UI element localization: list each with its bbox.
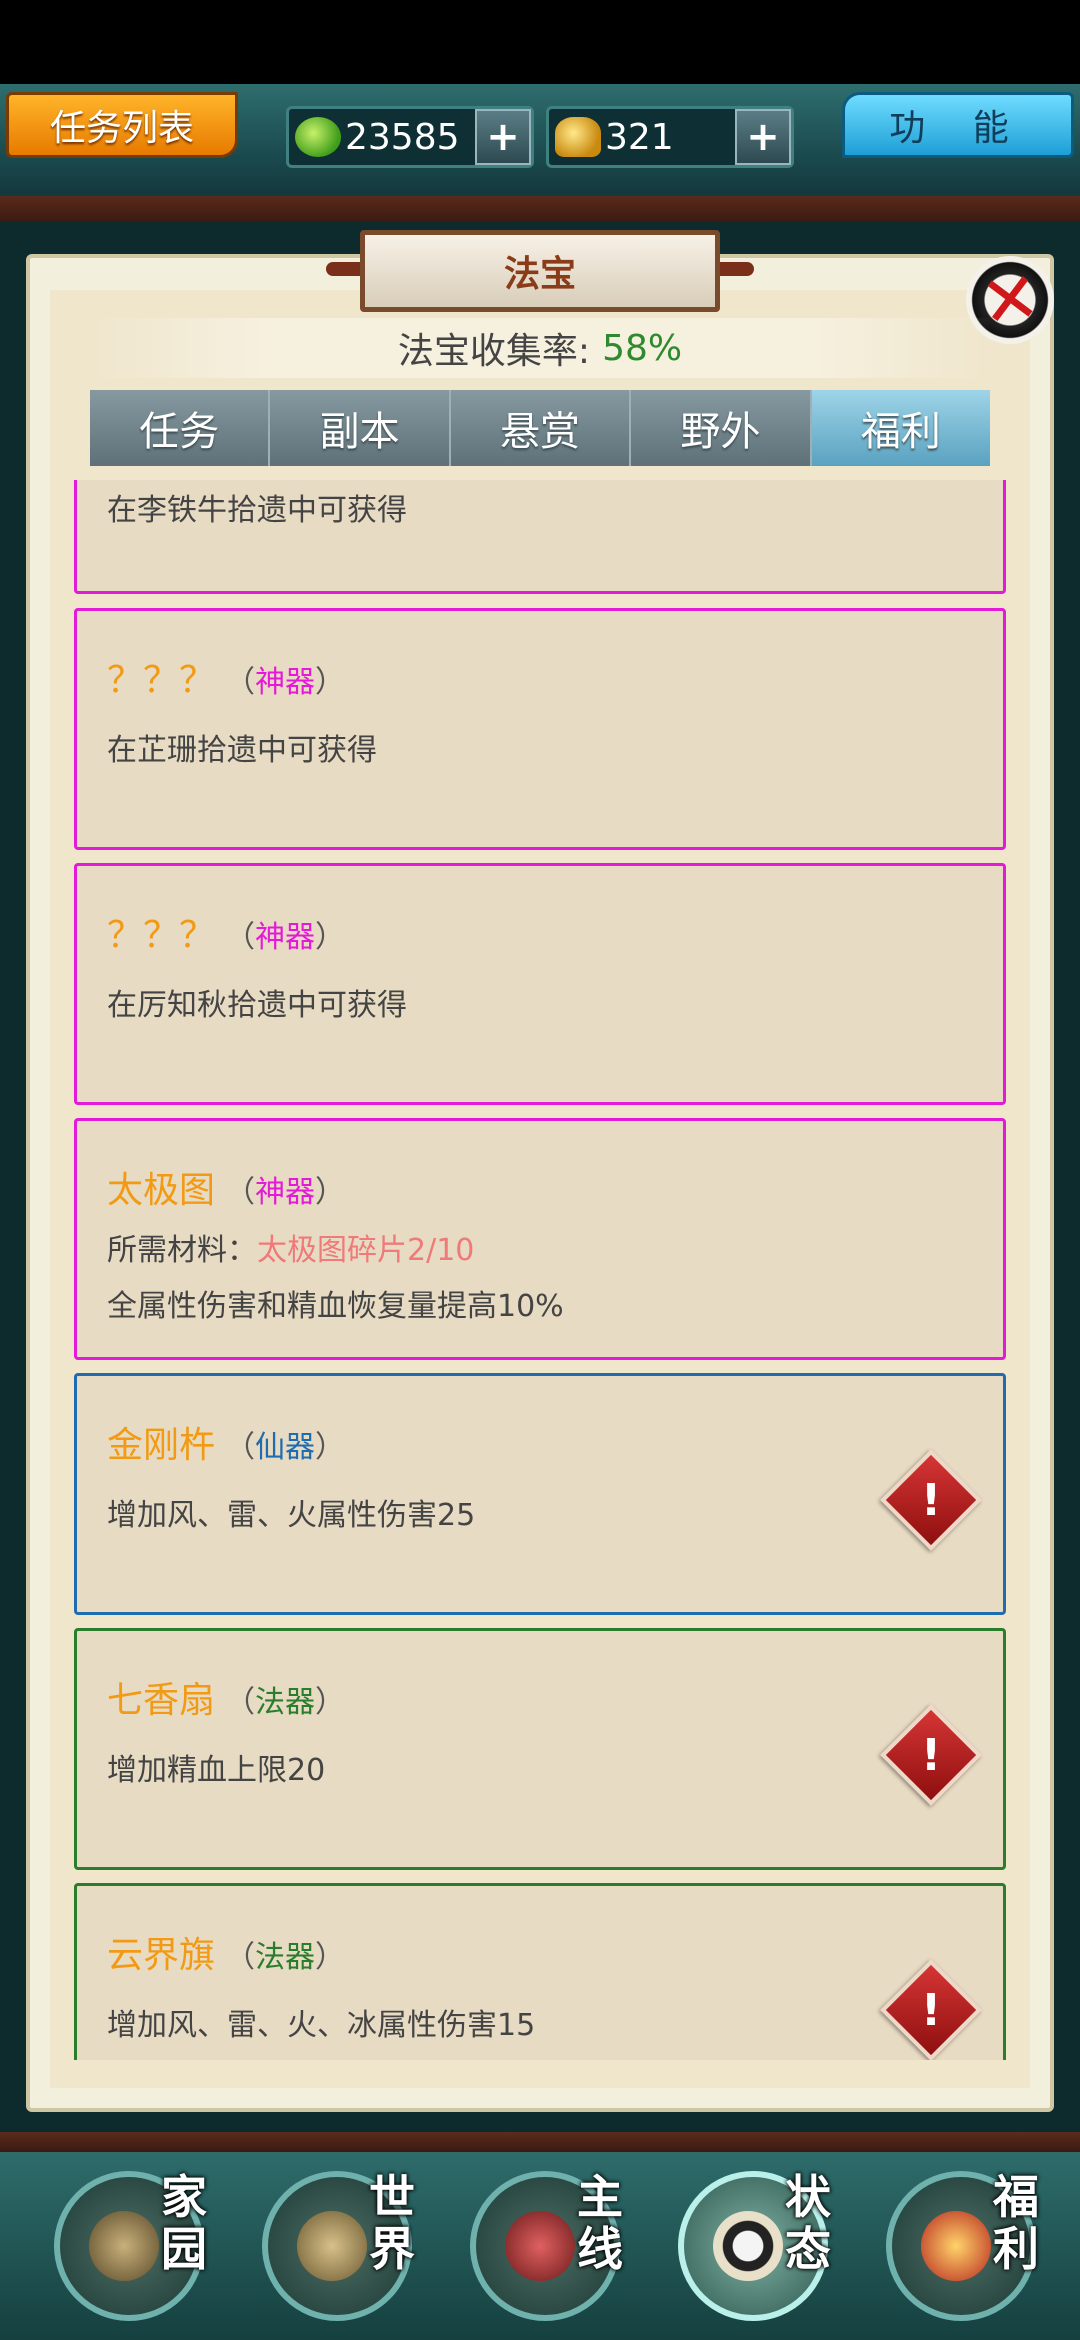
tab-welfare[interactable]: 福利 (811, 390, 991, 466)
nav-label: 状态 (785, 2170, 831, 2276)
treasure-name: 七香扇 （法器） (107, 1680, 346, 1721)
bottom-nav: 家园 世界 主线 状态 福利 (0, 2152, 1080, 2340)
treasure-list[interactable]: 在李铁牛拾遗中可获得 ？？？ （神器） 在芷珊拾遗中可获得 ？？？ （神器） 在厉知… (74, 480, 1006, 2060)
treasure-card[interactable]: 七香扇 （法器） 增加精血上限20 ! (74, 1628, 1006, 1870)
treasure-name: 金刚杵 （仙器） (107, 1425, 346, 1466)
welfare-icon (921, 2211, 991, 2281)
tab-wild[interactable]: 野外 (631, 390, 812, 466)
nav-welfare[interactable]: 福利 (866, 2161, 1046, 2331)
function-button[interactable]: 功 能 (842, 92, 1074, 158)
treasure-grade: （仙器） (225, 1430, 346, 1465)
nav-status[interactable]: 状态 (658, 2161, 838, 2331)
treasure-desc: 增加风、雷、火属性伤害25 (107, 1498, 476, 1533)
treasure-grade: （法器） (225, 1685, 346, 1720)
treasure-desc: 在李铁牛拾遗中可获得 (107, 493, 407, 528)
treasure-card[interactable]: 金刚杵 （仙器） 增加风、雷、火属性伤害25 ! (74, 1373, 1006, 1615)
alert-icon[interactable]: ! (880, 1704, 982, 1806)
task-list-button[interactable]: 任务列表 (6, 92, 238, 158)
treasure-grade: （神器） (225, 665, 346, 700)
nav-divider (0, 2132, 1080, 2152)
treasure-card[interactable]: 太极图 （神器） 所需材料：太极图碎片2/10 全属性伤害和精血恢复量提高10% (74, 1118, 1006, 1360)
gold-currency: 321 + (546, 106, 794, 168)
gold-value: 321 (605, 116, 674, 158)
tab-bounty[interactable]: 悬赏 (450, 390, 632, 466)
nav-label: 家园 (161, 2170, 207, 2276)
panel-title: 法宝 (360, 230, 720, 312)
treasure-grade: （神器） (225, 1175, 346, 1210)
tab-dungeon[interactable]: 副本 (270, 390, 451, 466)
nav-label: 世界 (369, 2170, 415, 2276)
treasure-material: 所需材料：太极图碎片2/10 (107, 1233, 475, 1268)
treasure-desc: 全属性伤害和精血恢复量提高10% (107, 1289, 564, 1324)
treasure-name: ？？？ （神器） (107, 915, 346, 956)
treasure-name: ？？？ （神器） (107, 660, 346, 701)
jade-coin-icon (295, 117, 341, 157)
nav-world[interactable]: 世界 (242, 2161, 422, 2331)
nav-label: 福利 (993, 2170, 1039, 2276)
nav-home[interactable]: 家园 (34, 2161, 214, 2331)
nav-label: 主线 (577, 2170, 623, 2276)
collection-rate: 法宝收集率: 58% (90, 318, 990, 378)
status-bagua-icon (713, 2211, 783, 2281)
treasure-desc: 在芷珊拾遗中可获得 (107, 733, 377, 768)
treasure-name: 云界旗 （法器） (107, 1935, 346, 1976)
gold-ingot-icon (555, 117, 601, 157)
jade-value: 23585 (345, 116, 460, 158)
treasure-name: 太极图 （神器） (107, 1170, 346, 1211)
treasure-grade: （神器） (225, 920, 346, 955)
alert-icon[interactable]: ! (880, 1959, 982, 2060)
collection-rate-value: 58% (602, 327, 683, 369)
status-bar-area (0, 0, 1080, 84)
add-gold-button[interactable]: + (735, 109, 791, 165)
home-icon (89, 2211, 159, 2281)
alert-icon[interactable]: ! (880, 1449, 982, 1551)
treasure-grade: （法器） (225, 1940, 346, 1975)
world-map-icon (297, 2211, 367, 2281)
category-tabs: 任务 副本 悬赏 野外 福利 (90, 390, 991, 466)
treasure-desc: 增加风、雷、火、冰属性伤害15 (107, 2008, 536, 2043)
treasure-card[interactable]: 云界旗 （法器） 增加风、雷、火、冰属性伤害15 ! (74, 1883, 1006, 2060)
treasure-desc: 在厉知秋拾遗中可获得 (107, 988, 407, 1023)
treasure-card[interactable]: ？？？ （神器） 在芷珊拾遗中可获得 (74, 608, 1006, 850)
tab-task[interactable]: 任务 (90, 390, 271, 466)
jade-currency: 23585 + (286, 106, 534, 168)
treasure-card[interactable]: ？？？ （神器） 在厉知秋拾遗中可获得 (74, 863, 1006, 1105)
treasure-desc: 增加精血上限20 (107, 1753, 326, 1788)
treasure-card[interactable]: 在李铁牛拾遗中可获得 (74, 480, 1006, 594)
collection-rate-label: 法宝收集率: (397, 331, 591, 372)
add-jade-button[interactable]: + (475, 109, 531, 165)
main-quest-icon (505, 2211, 575, 2281)
nav-main-quest[interactable]: 主线 (450, 2161, 630, 2331)
hud-divider (0, 196, 1080, 222)
